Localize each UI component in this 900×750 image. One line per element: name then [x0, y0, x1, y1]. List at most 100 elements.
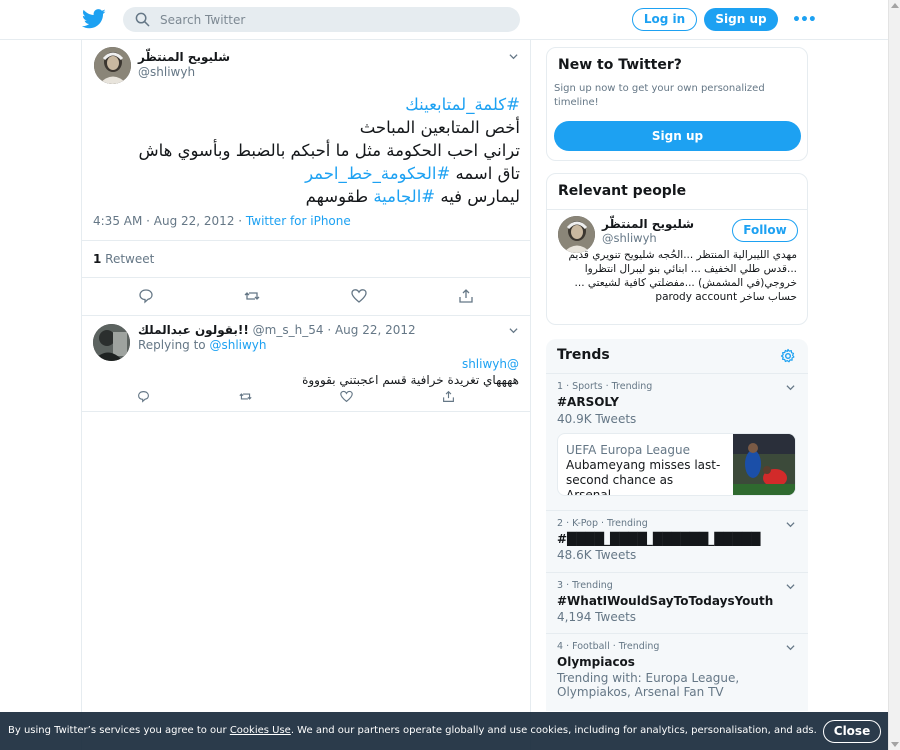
trend-title: #ARSOLY [557, 395, 619, 409]
new-to-twitter-title: New to Twitter? [558, 57, 682, 73]
trend-count: 4,194 Tweets [557, 610, 637, 624]
trend-item[interactable]: 3 · Trending #WhatIWouldSayToTodaysYouth… [546, 573, 808, 634]
tweet-time: 4:35 AM · Aug 22, 2012 · [93, 214, 246, 228]
scroll-down-arrow-icon[interactable] [891, 742, 899, 747]
tweet-author-handle[interactable]: @shliwyh [138, 65, 195, 79]
scroll-up-arrow-icon[interactable] [891, 3, 899, 8]
tweet-source-link[interactable]: Twitter for iPhone [246, 214, 351, 228]
trend-count: Trending with: Europa League, Olympiakos… [557, 671, 740, 699]
reply-text: @shliwyh ههههاي تغريدة خرافية قسم اعجبتن… [138, 356, 519, 388]
chevron-down-icon[interactable] [786, 383, 795, 392]
replying-to-link[interactable]: @shliwyh [209, 338, 266, 352]
cookie-banner: By using Twitter’s services you agree to… [0, 712, 888, 750]
new-to-twitter-description: Sign up now to get your own personalized… [554, 83, 765, 108]
main-column: شليويح المنتظّر @shliwyh #كلمة_لمتابعينك… [81, 40, 531, 750]
tweet-author-name[interactable]: شليويح المنتظّر [138, 50, 230, 64]
tweet-text-span: تراني احب الحكومة مثل ما أحبكم بالضبط وب… [138, 141, 520, 160]
person-name[interactable]: شليويح المنتظّر [602, 217, 694, 231]
reply-header: بقولون عبدالملك!! @m_s_h_54 · Aug 22, 20… [138, 323, 416, 337]
chevron-down-icon[interactable] [786, 643, 795, 652]
trend-meta: 4 · Football · Trending [557, 641, 660, 652]
trend-count: 40.9K Tweets [557, 412, 637, 426]
reply-icon[interactable] [138, 288, 154, 304]
avatar-image-icon [93, 324, 130, 361]
cookies-use-link[interactable]: Cookies Use [230, 725, 291, 736]
like-icon[interactable] [351, 288, 367, 304]
hashtag-link[interactable]: #كلمة_لمتابعينك [405, 95, 520, 114]
reply-date[interactable]: · Aug 22, 2012 [324, 323, 415, 337]
retweet-icon[interactable] [239, 390, 252, 403]
share-icon[interactable] [442, 390, 455, 403]
tweet-text: #كلمة_لمتابعينك أخص المتابعين المباحث تران… [92, 93, 520, 208]
replying-to: Replying to @shliwyh [138, 338, 267, 352]
relevant-people-title: Relevant people [558, 183, 687, 199]
trend-title: #████_████_██████_█████ [557, 532, 761, 546]
trend-count: 48.6K Tweets [557, 548, 637, 562]
reply-mention-link[interactable]: @shliwyh [462, 357, 519, 371]
tweet-text-line: تراني احب الحكومة مثل ما أحبكم بالضبط وب… [92, 139, 520, 162]
retweet-count-label: Retweet [101, 252, 155, 266]
search-box[interactable] [123, 7, 520, 32]
retweet-icon[interactable] [244, 288, 260, 304]
chevron-down-icon[interactable] [509, 52, 518, 61]
more-options-icon[interactable]: ••• [792, 12, 817, 28]
chevron-down-icon[interactable] [786, 582, 795, 591]
retweet-count[interactable]: 1 Retweet [93, 252, 154, 266]
trends-title: Trends [557, 347, 610, 363]
trend-item[interactable]: 2 · K-Pop · Trending #████_████_██████_█… [546, 511, 808, 573]
avatar[interactable] [93, 324, 130, 361]
trend-title: #WhatIWouldSayToTodaysYouth [557, 594, 774, 608]
news-card[interactable]: UEFA Europa League Aubameyang misses las… [557, 433, 796, 496]
like-icon[interactable] [340, 390, 353, 403]
search-icon [135, 12, 150, 27]
cookie-close-button[interactable]: Close [823, 720, 881, 743]
news-source: UEFA Europa League [566, 443, 690, 457]
login-button[interactable]: Log in [632, 8, 697, 31]
person-handle[interactable]: @shliwyh [602, 231, 657, 245]
follow-button[interactable]: Follow [732, 219, 798, 242]
tweet-text-line: ليمارس فيه #الجامية طقوسهم [92, 185, 520, 208]
replying-to-label: Replying to [138, 338, 210, 352]
tweet-text-line: أخص المتابعين المباحث [92, 116, 520, 139]
chevron-down-icon[interactable] [786, 520, 795, 529]
trend-meta: 1 · Sports · Trending [557, 381, 653, 392]
top-bar: Log in Sign up ••• [0, 0, 888, 40]
tweet-text-span: تاق اسمه [450, 164, 520, 183]
gear-icon[interactable] [780, 348, 796, 364]
search-input[interactable] [160, 9, 500, 30]
tweet-text-span: طقوسهم [305, 187, 374, 206]
reply-actions [82, 390, 530, 410]
person-bio: مهدي الليبرالية المنتظر ...الحُجه شليويح… [568, 249, 797, 303]
tweet-text-span: أخص المتابعين المباحث [359, 118, 520, 137]
tweet-actions [82, 288, 530, 308]
avatar-image-icon [94, 47, 131, 84]
trend-item[interactable]: 1 · Sports · Trending #ARSOLY 40.9K Twee… [546, 374, 808, 511]
tweet-text-line: تاق اسمه #الحكومة_خط_احمر [92, 162, 520, 185]
main-tweet: شليويح المنتظّر @shliwyh #كلمة_لمتابعينك… [82, 40, 530, 316]
trend-item[interactable]: 4 · Football · Trending Olympiacos Trend… [546, 634, 808, 711]
hashtag-link[interactable]: #الجامية [373, 187, 435, 206]
avatar[interactable] [94, 47, 131, 84]
reply-author-name[interactable]: بقولون عبدالملك!! [138, 323, 249, 337]
chevron-down-icon[interactable] [509, 326, 518, 335]
reply-author-handle[interactable]: @m_s_h_54 [253, 323, 324, 337]
tweet-text-span: ليمارس فيه [435, 187, 520, 206]
news-headline: Aubameyang misses last-second chance as … [566, 458, 721, 496]
trends-card: Trends 1 · Sports · Trending #ARSOLY 40.… [546, 339, 808, 711]
tweet-stats: 1 Retweet [82, 240, 530, 278]
trend-meta: 2 · K-Pop · Trending [557, 518, 648, 529]
divider [547, 209, 807, 210]
trend-title: Olympiacos [557, 655, 635, 669]
trend-meta: 3 · Trending [557, 580, 613, 591]
twitter-logo-icon[interactable] [82, 8, 106, 30]
sidebar-signup-button[interactable]: Sign up [554, 121, 801, 151]
reply-text-content: ههههاي تغريدة خرافية قسم اعجبتني بقوووة [302, 373, 519, 387]
new-to-twitter-card: New to Twitter? Sign up now to get your … [546, 47, 808, 161]
cookie-text-prefix: By using Twitter’s services you agree to… [8, 725, 230, 736]
scrollbar[interactable] [888, 0, 900, 750]
reply-tweet: بقولون عبدالملك!! @m_s_h_54 · Aug 22, 20… [82, 316, 530, 412]
hashtag-link[interactable]: #الحكومة_خط_احمر [305, 164, 450, 183]
reply-icon[interactable] [137, 390, 150, 403]
share-icon[interactable] [458, 288, 474, 304]
signup-button[interactable]: Sign up [704, 8, 778, 31]
